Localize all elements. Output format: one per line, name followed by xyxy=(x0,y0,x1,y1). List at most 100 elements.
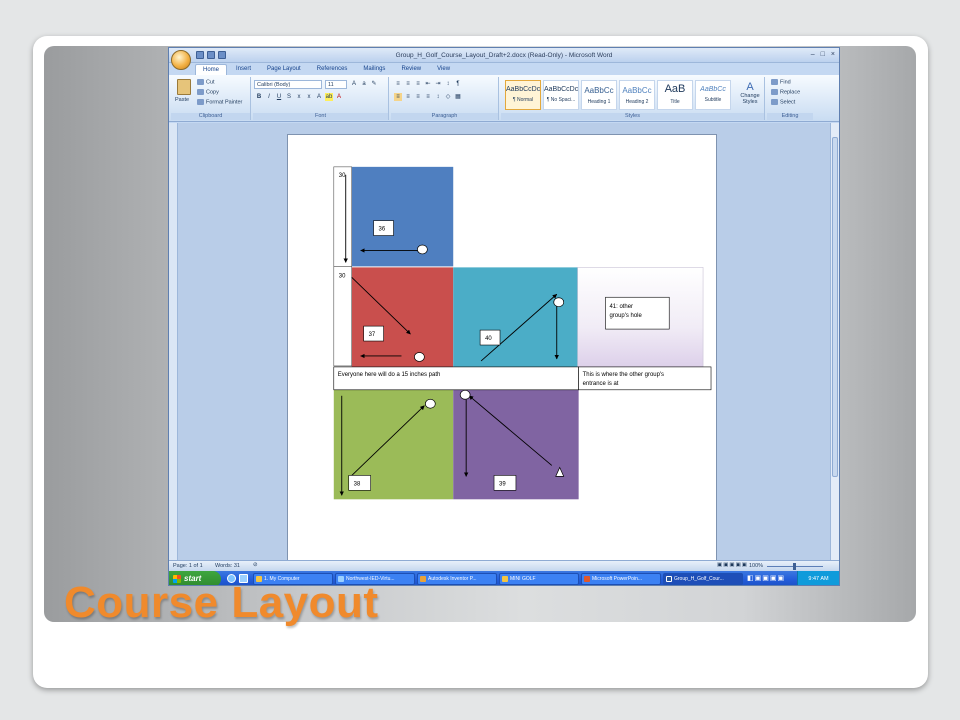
change-styles-label: Change Styles xyxy=(740,93,760,105)
style-normal[interactable]: AaBbCcDc ¶ Normal xyxy=(505,80,541,110)
increase-indent-icon[interactable]: ⇥ xyxy=(434,80,442,88)
task-mini-golf[interactable]: MINI GOLF xyxy=(499,573,579,585)
highlight-icon[interactable]: ab xyxy=(325,93,333,101)
strikethrough-icon[interactable]: S xyxy=(285,93,293,101)
shading-icon[interactable]: ◇ xyxy=(444,93,452,101)
font-family-select[interactable]: Calibri (Body) xyxy=(254,80,322,89)
editing-group: Find Replace Select Editing xyxy=(767,77,813,120)
office-button[interactable] xyxy=(171,50,191,70)
tile-40 xyxy=(453,267,578,367)
style-sample: AaBbCc xyxy=(622,86,652,95)
task-word-document[interactable]: Group_H_Golf_Cour... xyxy=(663,573,743,585)
line-spacing-icon[interactable]: ↕ xyxy=(434,93,442,101)
window-title: Group_H_Golf_Course_Layout_Draft+2.docx … xyxy=(395,52,613,59)
tab-insert[interactable]: Insert xyxy=(229,64,258,75)
label-30-mid: 30 xyxy=(339,273,346,279)
decrease-indent-icon[interactable]: ⇤ xyxy=(424,80,432,88)
task-inventor[interactable]: Autodesk Inventor P... xyxy=(417,573,497,585)
word-icon xyxy=(666,576,672,582)
ribbon-tabs: Home Insert Page Layout References Maili… xyxy=(195,64,457,75)
scrollbar-thumb[interactable] xyxy=(832,137,838,477)
bullets-icon[interactable]: ≡ xyxy=(394,80,402,88)
binoculars-icon xyxy=(771,79,778,85)
style-name: ¶ Normal xyxy=(512,97,534,103)
hole-circle-40 xyxy=(553,297,565,308)
cut-button[interactable]: Cut xyxy=(197,79,215,85)
tab-references[interactable]: References xyxy=(310,64,355,75)
tab-review[interactable]: Review xyxy=(394,64,428,75)
format-painter-button[interactable]: Format Painter xyxy=(197,99,242,105)
justify-icon[interactable]: ≡ xyxy=(424,93,432,101)
shrink-font-icon[interactable]: a xyxy=(360,80,368,88)
sort-icon[interactable]: ↕ xyxy=(444,80,452,88)
style-no-spacing[interactable]: AaBbCcDc ¶ No Spaci... xyxy=(543,80,579,110)
multilevel-list-icon[interactable]: ≡ xyxy=(414,80,422,88)
zoom-level[interactable]: 100% xyxy=(749,563,763,569)
style-heading-1[interactable]: AaBbCc Heading 1 xyxy=(581,80,617,110)
task-label: MINI GOLF xyxy=(510,576,536,582)
font-size-select[interactable]: 11 xyxy=(325,80,347,89)
underline-icon[interactable]: U xyxy=(275,93,283,101)
zoom-thumb[interactable] xyxy=(793,563,796,570)
paste-button[interactable]: Paste xyxy=(175,97,189,103)
styles-group-label: Styles xyxy=(501,113,764,120)
grow-font-icon[interactable]: A xyxy=(350,80,358,88)
inventor-icon xyxy=(420,576,426,582)
folder-icon xyxy=(502,576,508,582)
change-case-icon[interactable]: A xyxy=(315,93,323,101)
clear-format-icon[interactable]: ✎ xyxy=(370,80,378,88)
replace-button[interactable]: Replace xyxy=(771,89,800,95)
find-button[interactable]: Find xyxy=(771,79,791,85)
task-label: Microsoft PowerPoin... xyxy=(592,576,643,582)
text-line: entrance is at xyxy=(583,381,619,387)
style-title[interactable]: AaB Title xyxy=(657,80,693,110)
close-button[interactable]: × xyxy=(831,51,835,58)
align-left-icon[interactable]: ≡ xyxy=(394,93,402,101)
window-controls: – □ × xyxy=(811,51,835,58)
scissors-icon xyxy=(197,79,204,85)
text-line: 41: other xyxy=(609,304,633,310)
change-styles-button[interactable]: A Change Styles xyxy=(737,81,763,105)
quick-launch-icons[interactable]: ◧▣▣▣▣ xyxy=(747,574,785,582)
powerpoint-icon xyxy=(584,576,590,582)
superscript-icon[interactable]: x xyxy=(305,93,313,101)
ribbon: Paste Cut Copy Format Painter Clipboard … xyxy=(169,75,839,122)
align-center-icon[interactable]: ≡ xyxy=(404,93,412,101)
show-marks-icon[interactable]: ¶ xyxy=(454,80,462,88)
vertical-scrollbar[interactable] xyxy=(830,123,839,563)
italic-icon[interactable]: I xyxy=(265,93,273,101)
maximize-button[interactable]: □ xyxy=(821,51,825,58)
label-37: 37 xyxy=(369,332,376,338)
slide-title: Course Layout xyxy=(64,578,379,627)
bold-icon[interactable]: B xyxy=(255,93,263,101)
tab-mailings[interactable]: Mailings xyxy=(356,64,392,75)
system-tray-clock[interactable]: 9:47 AM xyxy=(797,571,839,585)
tile-36 xyxy=(351,166,454,267)
change-styles-icon: A xyxy=(746,81,754,93)
word-count[interactable]: Words: 31 xyxy=(215,563,240,569)
paste-icon[interactable] xyxy=(177,79,191,95)
tab-page-layout[interactable]: Page Layout xyxy=(260,64,308,75)
hole-circle-36 xyxy=(417,244,428,255)
task-powerpoint[interactable]: Microsoft PowerPoin... xyxy=(581,573,661,585)
proofing-icon[interactable]: ⊘ xyxy=(253,562,258,568)
borders-icon[interactable]: ▦ xyxy=(454,93,462,101)
view-buttons[interactable]: ▣▣▣▣▣ xyxy=(717,562,748,568)
page-count[interactable]: Page: 1 of 1 xyxy=(173,563,203,569)
numbering-icon[interactable]: ≡ xyxy=(404,80,412,88)
font-color-icon[interactable]: A xyxy=(335,93,343,101)
tab-view[interactable]: View xyxy=(430,64,457,75)
style-heading-2[interactable]: AaBbCc Heading 2 xyxy=(619,80,655,110)
label-39: 39 xyxy=(499,481,506,487)
tab-home[interactable]: Home xyxy=(195,64,228,75)
align-right-icon[interactable]: ≡ xyxy=(414,93,422,101)
style-name: ¶ No Spaci... xyxy=(546,97,576,103)
style-name: Heading 1 xyxy=(587,99,611,105)
style-sample: AaBbCc xyxy=(700,86,726,93)
copy-button[interactable]: Copy xyxy=(197,89,219,95)
clipboard-group-label: Clipboard xyxy=(171,113,250,120)
subscript-icon[interactable]: x xyxy=(295,93,303,101)
style-subtitle[interactable]: AaBbCc Subtitle xyxy=(695,80,731,110)
select-button[interactable]: Select xyxy=(771,99,795,105)
minimize-button[interactable]: – xyxy=(811,51,815,58)
